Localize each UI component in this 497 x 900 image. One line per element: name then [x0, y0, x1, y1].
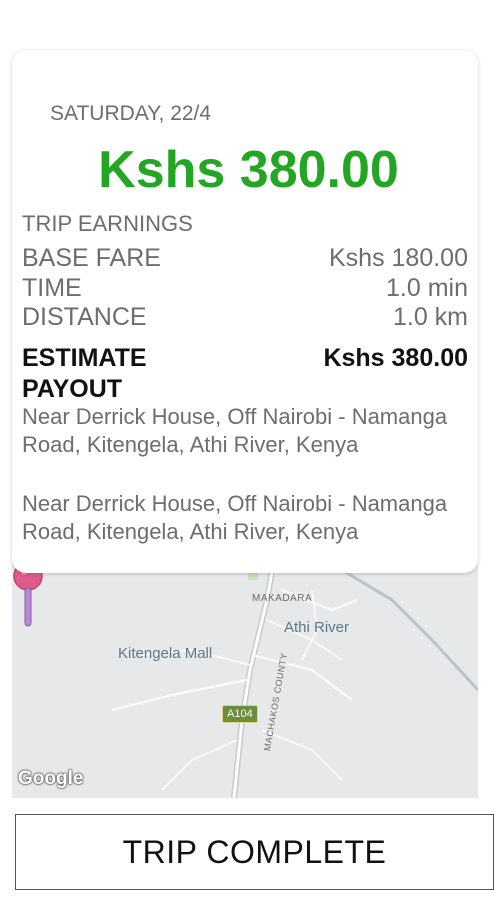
trip-total: Kshs 380.00 [98, 141, 399, 199]
estimate-payout-label: ESTIMATE PAYOUT [22, 344, 147, 403]
trip-complete-button[interactable]: TRIP COMPLETE [15, 814, 494, 890]
distance-label: DISTANCE [22, 303, 147, 331]
map-label-kitengela-mall: Kitengela Mall [118, 645, 213, 662]
base-fare-value: Kshs 180.00 [329, 244, 468, 272]
base-fare-label: BASE FARE [22, 244, 161, 272]
trip-date: SATURDAY, 22/4 [50, 102, 212, 125]
trip-earnings-heading: TRIP EARNINGS [22, 211, 193, 236]
trip-map[interactable]: MAKADARA Athi River Kitengela Mall A104 … [12, 560, 478, 798]
map-roads [111, 560, 478, 798]
map-label-athi-river: Athi River [284, 619, 350, 636]
earning-row-distance: DISTANCE 1.0 km [22, 303, 468, 332]
road-badge-a104: A104 [222, 705, 258, 723]
pickup-address: Near Derrick House, Off Nairobi - Namang… [22, 404, 448, 457]
dropoff-address: Near Derrick House, Off Nairobi - Namang… [22, 491, 448, 544]
distance-value: 1.0 km [392, 303, 468, 331]
map-label-makadara: MAKADARA [252, 593, 313, 604]
google-logo: Google [18, 768, 84, 789]
trip-summary-screen: MAKADARA Athi River Kitengela Mall A104 … [0, 0, 497, 900]
earning-row-time: TIME 1.0 min [22, 274, 468, 303]
time-label: TIME [22, 274, 82, 302]
estimate-payout-value: Kshs 380.00 [323, 344, 468, 372]
earning-row-base-fare: BASE FARE Kshs 180.00 [22, 244, 468, 273]
time-value: 1.0 min [386, 274, 468, 302]
